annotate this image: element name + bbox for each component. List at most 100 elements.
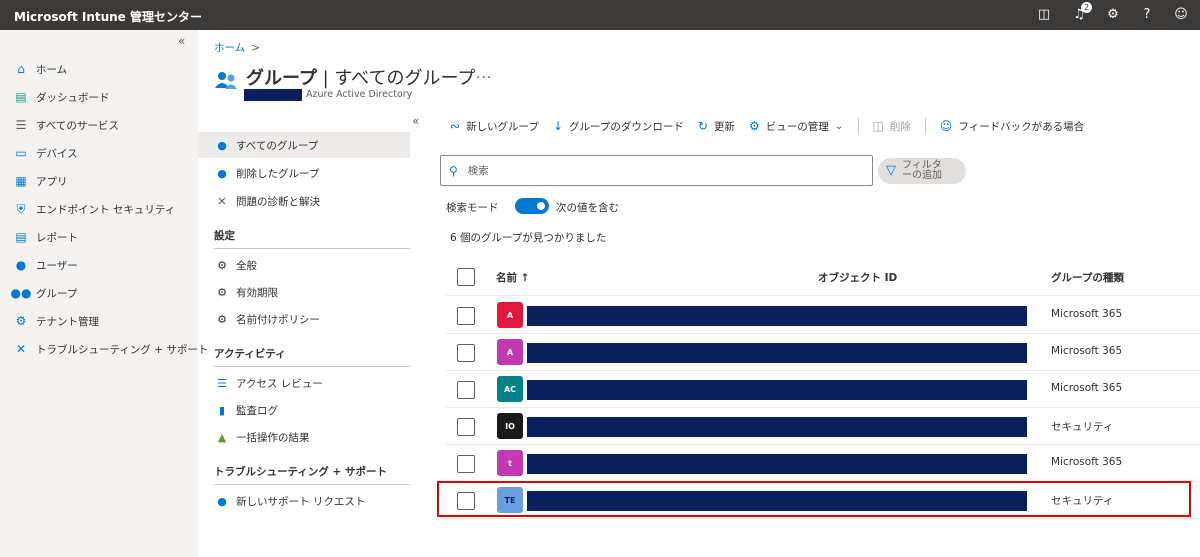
wrench-icon: ✕ [15,342,27,356]
apps-icon: ▦ [15,174,27,188]
collapse-nav-icon[interactable]: « [178,34,185,48]
download-groups-button[interactable]: ↓ グループのダウンロード [553,119,684,134]
gear-icon: ⚙ [748,119,760,133]
table-row[interactable]: A Microsoft 365 [446,334,1200,371]
new-group-button[interactable]: ∾ 新しいグループ [450,119,539,134]
table-row[interactable]: A Microsoft 365 [446,297,1200,334]
breadcrumb: ホーム > [214,40,260,55]
user-icon: ● [15,258,27,272]
left-navigation: « ⌂ ホーム ▤ ダッシュボード ☰ すべてのサービス ▭ デバイス ▦ アプリ ⛨ エン… [0,30,208,557]
table-header: 名前 ↑ オブジェクト ID グループの種類 [446,262,1200,296]
nav-item-tenant-admin[interactable]: ⚙ テナント管理 [12,310,99,332]
nav-item-all-services[interactable]: ☰ すべてのサービス [12,114,119,136]
section-heading-settings: 設定 [214,230,235,242]
screen-share-icon[interactable]: ◫ [1035,6,1053,24]
breadcrumb-home[interactable]: ホーム [214,42,245,54]
nav-item-apps[interactable]: ▦ アプリ [12,170,67,192]
group-avatar: t [497,450,523,476]
collapse-menu-icon[interactable]: « [412,114,419,128]
feedback-icon[interactable]: ☺ [1172,6,1190,24]
search-mode-label: 検索モード [446,202,499,214]
row-checkbox[interactable] [457,455,475,473]
divider [214,366,410,367]
redacted-name [527,417,1027,437]
bell-icon[interactable]: ♫ 2 [1070,2,1092,24]
group-avatar: IO [497,413,523,439]
column-header-object-id[interactable]: オブジェクト ID [818,270,897,285]
group-icon: ● [217,166,227,180]
group-type: Microsoft 365 [1051,308,1123,320]
nav-item-reports[interactable]: ▤ レポート [12,226,78,248]
log-icon: ▮ [218,403,226,417]
group-type: Microsoft 365 [1051,456,1123,468]
group-avatar: A [497,339,523,365]
toolbar-divider [857,118,859,134]
table-row[interactable]: IO セキュリティ [446,408,1200,445]
delete-button[interactable]: ◫ 削除 [873,119,911,134]
row-checkbox[interactable] [457,418,475,436]
filter-icon: ▽ [886,163,896,178]
shield-icon: ⛨ [16,201,26,216]
group-type: Microsoft 365 [1051,345,1123,357]
nav-item-devices[interactable]: ▭ デバイス [12,142,77,164]
table-row[interactable]: t Microsoft 365 [446,445,1200,482]
notification-badge: 2 [1081,2,1092,13]
nav-item-troubleshooting[interactable]: ✕ トラブルシューティング + サポート [12,338,208,360]
trash-icon: ◫ [872,119,884,133]
redacted-name [527,306,1027,326]
nav-item-home[interactable]: ⌂ ホーム [12,58,67,80]
row-checkbox[interactable] [457,381,475,399]
home-icon: ⌂ [17,62,25,76]
menu-item-access-review[interactable]: ☰ アクセス レビュー [198,370,410,396]
refresh-button[interactable]: ↻ 更新 [698,119,735,134]
menu-item-new-support-request[interactable]: ● 新しいサポート リクエスト [198,488,410,514]
app-title[interactable]: Microsoft Intune 管理センター [14,8,202,25]
menu-item-diagnose[interactable]: ✕ 問題の診断と解決 [198,188,410,214]
select-all-checkbox[interactable] [457,268,475,286]
search-mode-toggle[interactable] [515,198,549,214]
nav-item-groups[interactable]: ●● グループ [11,282,78,304]
feedback-button[interactable]: ☺ フィードバックがある場合 [940,119,1084,134]
page-title: グループ | すべてのグループ [246,68,476,89]
nav-item-dashboard[interactable]: ▤ ダッシュボード [12,86,109,108]
group-type: Microsoft 365 [1051,382,1123,394]
menu-item-expiration[interactable]: ⚙ 有効期限 [198,279,410,305]
add-filter-button[interactable]: ▽ フィルタ ーの追加 [878,158,966,184]
column-header-name[interactable]: 名前 ↑ [496,270,529,285]
group-avatar: AC [497,376,523,402]
menu-item-deleted-groups[interactable]: ● 削除したグループ [198,160,410,186]
divider [214,484,410,485]
redacted-name [527,343,1027,363]
toolbar-divider [924,118,926,134]
devices-icon: ▭ [15,146,27,160]
row-checkbox[interactable] [457,307,475,325]
search-input[interactable]: ⚲ 検索 [440,155,873,186]
group-avatar: A [497,302,523,328]
tenant-icon: ⚙ [15,314,27,328]
manage-view-button[interactable]: ⚙ ビューの管理 ⌄ [749,119,844,134]
menu-item-naming-policy[interactable]: ⚙ 名前付けポリシー [198,306,410,332]
help-icon[interactable]: ? [1138,6,1156,24]
gear-icon: ⚙ [217,285,227,299]
table-row[interactable]: AC Microsoft 365 [446,371,1200,408]
menu-item-audit-log[interactable]: ▮ 監査ログ [198,397,410,423]
row-checkbox[interactable] [457,344,475,362]
menu-item-bulk-results[interactable]: ▲ 一括操作の結果 [198,424,410,450]
report-icon: ▤ [15,230,27,244]
gear-icon: ⚙ [217,258,227,272]
column-header-group-type[interactable]: グループの種類 [1051,270,1124,285]
menu-item-all-groups[interactable]: ● すべてのグループ [198,132,410,158]
nav-item-users[interactable]: ● ユーザー [12,254,78,276]
nav-item-endpoint-security[interactable]: ⛨ エンドポイント セキュリティ [12,198,175,220]
download-icon: ↓ [552,119,563,133]
gear-icon[interactable]: ⚙ [1104,6,1122,24]
redacted-name [527,380,1027,400]
divider [214,248,410,249]
more-options-icon[interactable]: ... [476,66,492,82]
search-icon: ⚲ [449,163,458,178]
user-icon: ● [217,494,227,508]
bulk-icon: ▲ [217,430,227,444]
menu-item-general[interactable]: ⚙ 全般 [198,252,410,278]
command-bar: ∾ 新しいグループ ↓ グループのダウンロード ↻ 更新 ⚙ ビューの管理 ⌄ ◫ 削除 ☺… [450,116,1098,136]
page-subtitle: Azure Active Directory [306,89,413,100]
